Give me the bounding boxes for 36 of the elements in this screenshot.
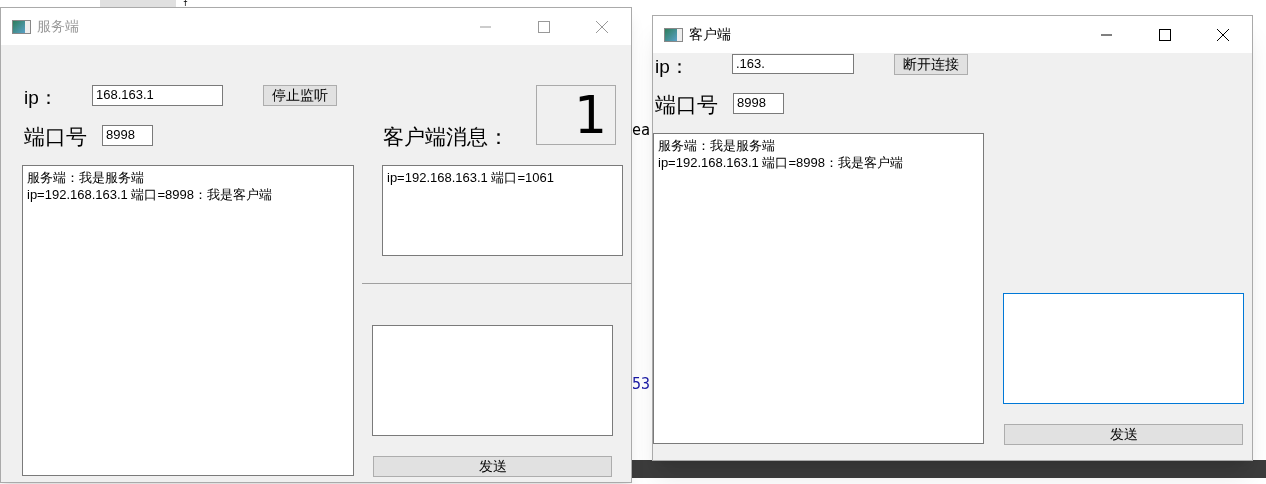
log-line: ip=192.168.163.1 端口=8998：我是客户端	[658, 154, 904, 171]
log-line: ip=192.168.163.1 端口=1061	[387, 169, 555, 186]
message-input[interactable]	[372, 325, 613, 436]
field-label: 端口号	[655, 92, 718, 118]
log-line: ip=192.168.163.1 端口=8998：我是客户端	[27, 186, 273, 203]
window-title: 客户端	[689, 25, 731, 44]
log-line: 服务端：我是服务端	[658, 137, 776, 154]
message-input[interactable]	[1003, 293, 1244, 404]
message-log[interactable]: 服务端：我是服务端 ip=192.168.163.1 端口=8998：我是客户端	[653, 133, 984, 444]
editor-tab[interactable]	[100, 0, 176, 7]
client-list[interactable]: ip=192.168.163.1 端口=1061	[382, 165, 623, 256]
code-text: ea	[632, 120, 651, 141]
message-log[interactable]: 服务端：我是服务端 ip=192.168.163.1 端口=8998：我是客户端	[22, 165, 354, 476]
window-title: 服务端	[37, 17, 79, 36]
field-label: ip：	[24, 86, 58, 110]
close-icon	[596, 20, 608, 33]
log-line: 服务端：我是服务端	[27, 169, 145, 186]
button[interactable]: 停止监听	[263, 85, 337, 106]
ip-field[interactable]: 168.163.1	[92, 85, 223, 106]
button[interactable]: 发送	[373, 456, 612, 477]
ip-field[interactable]: .163.	[732, 54, 854, 74]
port-field[interactable]: 8998	[102, 125, 153, 146]
maximize-icon	[538, 20, 550, 33]
section-label: 客户端消息：	[383, 124, 509, 150]
port-field[interactable]: 8998	[733, 93, 784, 114]
code-text: f	[183, 0, 188, 8]
app-icon	[664, 27, 683, 42]
field-label: ip：	[655, 55, 689, 79]
lcd-display: 1	[536, 85, 616, 145]
close-icon	[1217, 28, 1229, 41]
app-icon	[12, 19, 31, 34]
maximize-icon	[1159, 28, 1171, 41]
code-text: 53	[632, 374, 651, 395]
button[interactable]: 发送	[1004, 424, 1243, 445]
button[interactable]: 断开连接	[894, 54, 968, 75]
field-label: 端口号	[24, 124, 87, 150]
